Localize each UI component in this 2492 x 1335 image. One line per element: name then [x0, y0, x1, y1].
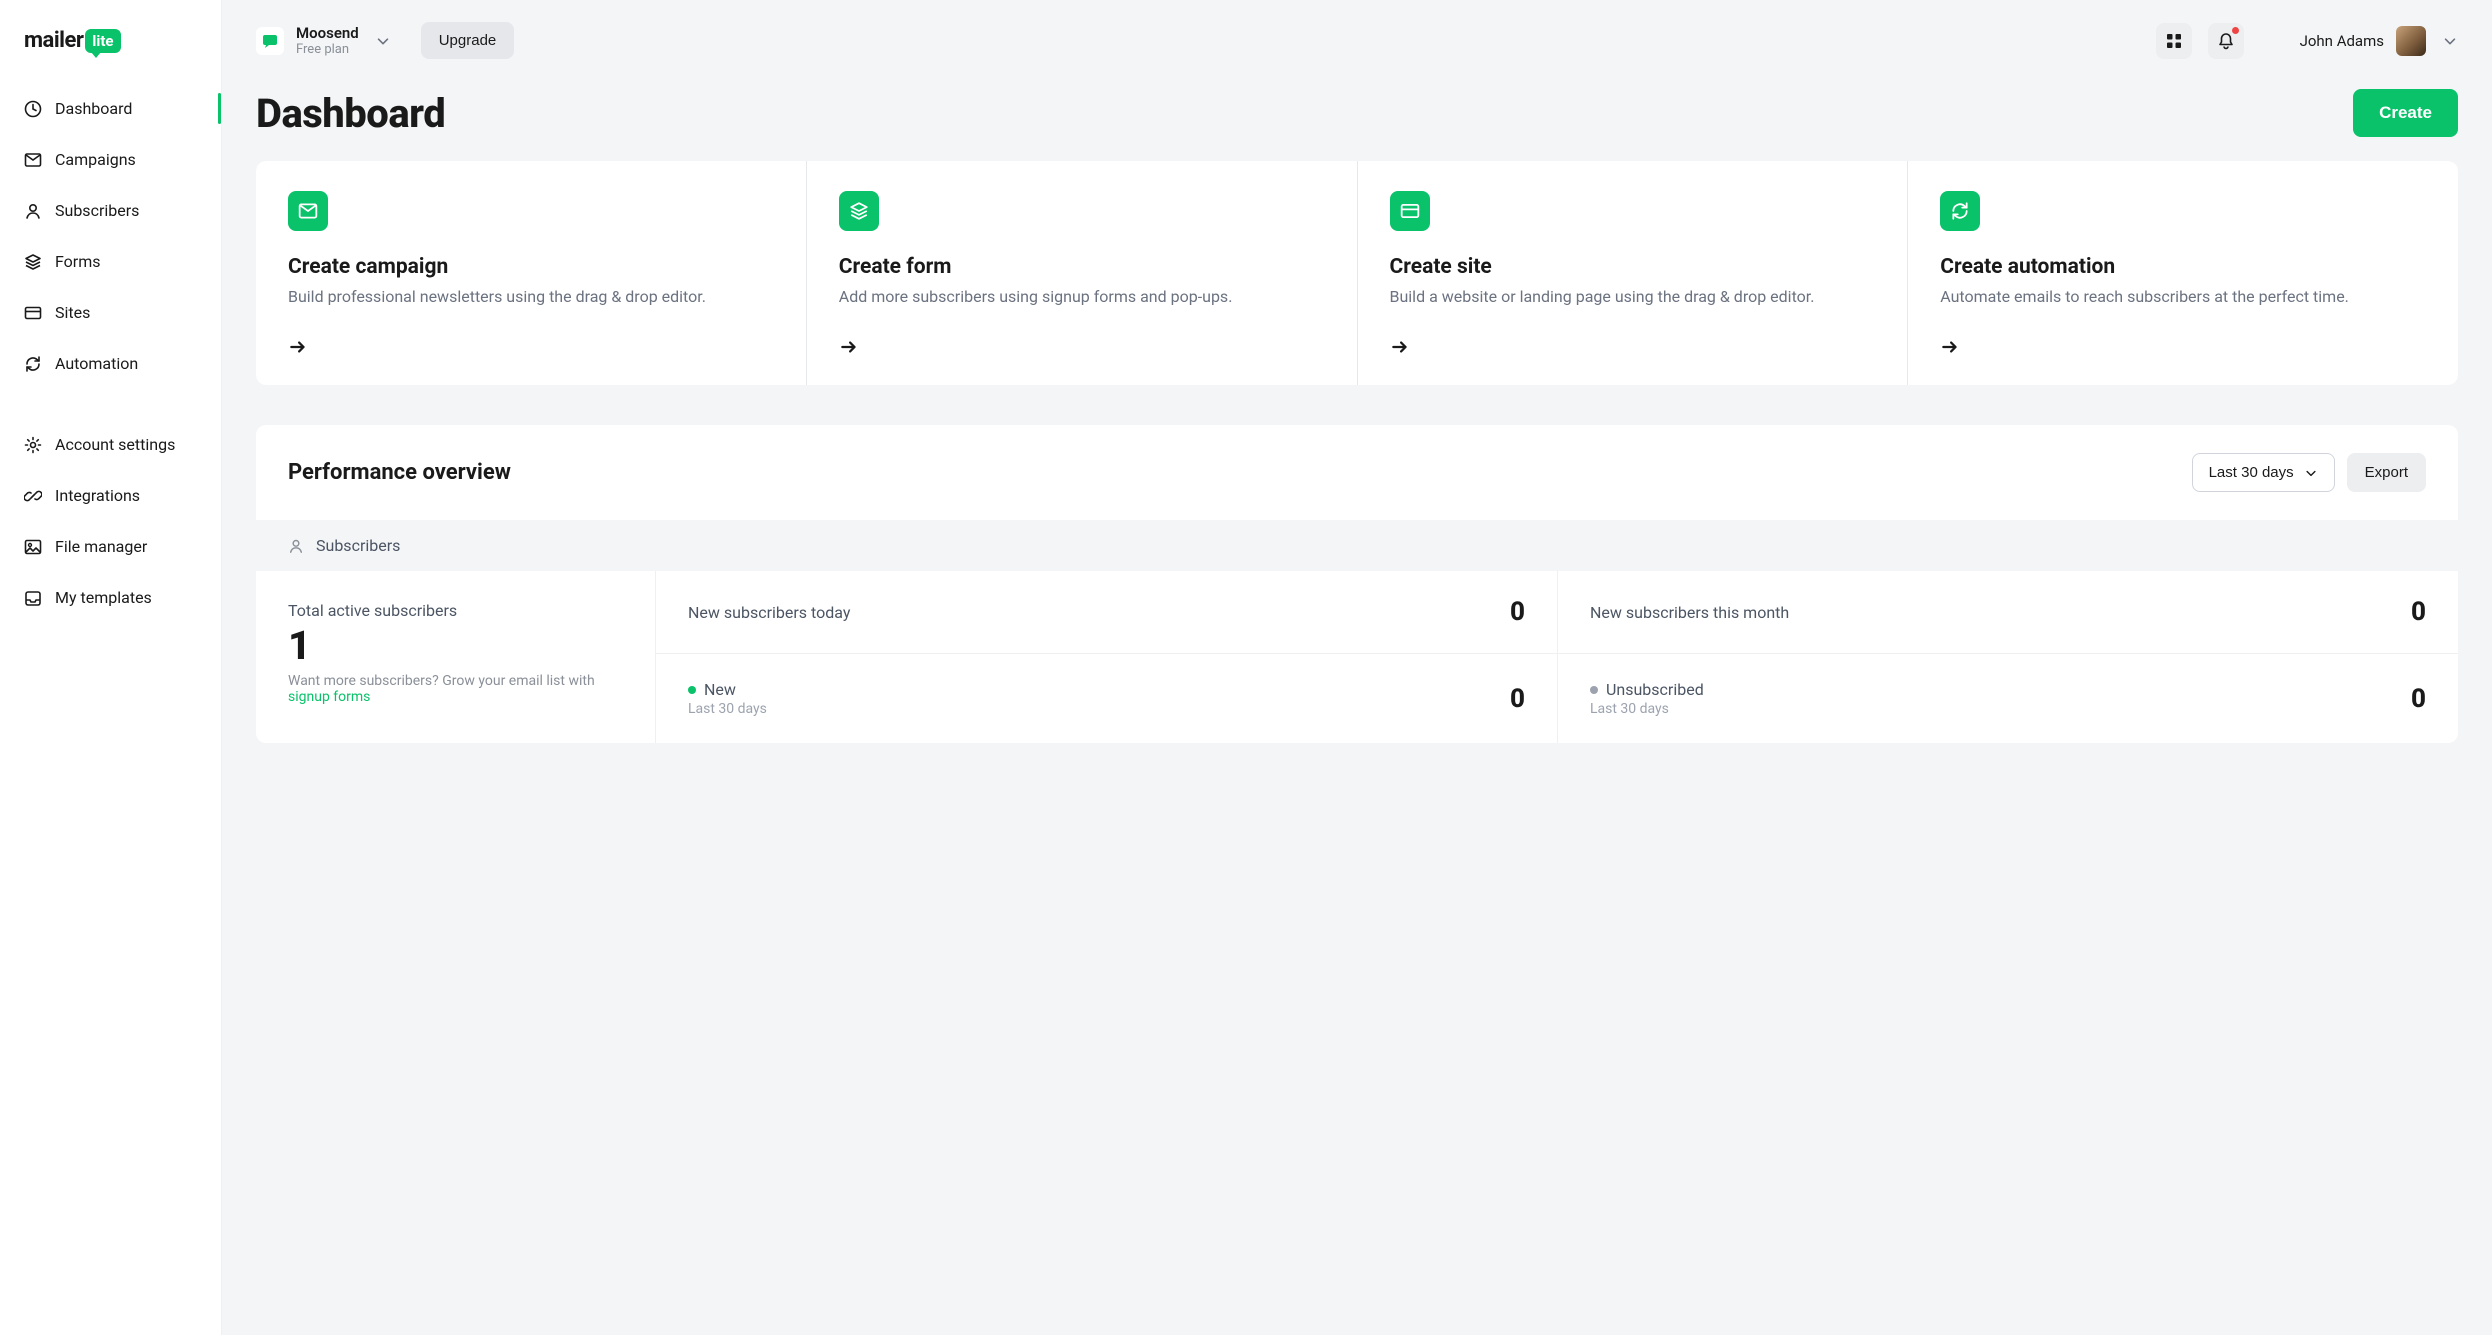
export-button[interactable]: Export	[2347, 453, 2426, 492]
nav-primary: Dashboard Campaigns Subscribers Forms Sites A…	[0, 83, 221, 389]
account-plan: Free plan	[296, 42, 359, 57]
nav-label: Subscribers	[55, 201, 139, 220]
stat-unsubscribed: Unsubscribed Last 30 days 0	[1558, 654, 2458, 743]
total-label: Total active subscribers	[288, 601, 623, 620]
main: Moosend Free plan Upgrade John Adams Das…	[222, 0, 2492, 1335]
dot-icon	[1590, 686, 1598, 694]
stat-new-month: New subscribers this month 0	[1558, 571, 2458, 654]
arrow-icon	[1390, 337, 1876, 357]
logo-suffix: lite	[85, 29, 120, 53]
card-icon	[24, 304, 42, 322]
sidebar-item-sites[interactable]: Sites	[0, 287, 221, 338]
apps-button[interactable]	[2156, 23, 2192, 59]
sidebar: mailer lite Dashboard Campaigns Subscriber…	[0, 0, 222, 1335]
sidebar-item-integrations[interactable]: Integrations	[0, 470, 221, 521]
sidebar-item-forms[interactable]: Forms	[0, 236, 221, 287]
card-desc: Build a website or landing page using th…	[1390, 285, 1876, 309]
nav-label: File manager	[55, 537, 147, 556]
range-select[interactable]: Last 30 days	[2192, 453, 2335, 492]
user-name: John Adams	[2300, 32, 2384, 50]
sidebar-item-campaigns[interactable]: Campaigns	[0, 134, 221, 185]
quick-cards: Create campaign Build professional newsle…	[256, 161, 2458, 385]
nav-label: Integrations	[55, 486, 140, 505]
hint-gray: Grow your email list with	[442, 673, 594, 689]
chevron-down-icon	[2304, 466, 2318, 480]
notification-dot	[2232, 27, 2239, 34]
chevron-down-icon	[2442, 33, 2458, 49]
refresh-icon	[1940, 191, 1980, 231]
card-title: Create form	[839, 255, 1325, 279]
card-title: Create site	[1390, 255, 1876, 279]
sidebar-item-my-templates[interactable]: My templates	[0, 572, 221, 623]
subscribers-label: Subscribers	[316, 536, 400, 555]
page-title: Dashboard	[256, 90, 445, 137]
signup-forms-link[interactable]: signup forms	[288, 689, 370, 705]
card-desc: Add more subscribers using signup forms …	[839, 285, 1325, 309]
nav-label: Automation	[55, 354, 138, 373]
card-desc: Automate emails to reach subscribers at …	[1940, 285, 2426, 309]
refresh-icon	[24, 355, 42, 373]
quick-create-campaign[interactable]: Create campaign Build professional newsle…	[256, 161, 806, 385]
nav-label: Campaigns	[55, 150, 136, 169]
stat-new: New Last 30 days 0	[656, 654, 1557, 743]
range-label: Last 30 days	[2209, 464, 2294, 481]
layers-icon	[839, 191, 879, 231]
logo-prefix: mailer	[24, 28, 83, 53]
notifications-button[interactable]	[2208, 23, 2244, 59]
create-button[interactable]: Create	[2353, 89, 2458, 137]
arrow-icon	[839, 337, 1325, 357]
sidebar-item-account-settings[interactable]: Account settings	[0, 419, 221, 470]
sidebar-item-subscribers[interactable]: Subscribers	[0, 185, 221, 236]
logo[interactable]: mailer lite	[0, 20, 221, 83]
stat-new-today: New subscribers today 0	[656, 571, 1557, 654]
user-icon	[288, 538, 304, 554]
account-switcher[interactable]: Moosend Free plan	[256, 24, 391, 57]
quick-create-site[interactable]: Create site Build a website or landing pa…	[1358, 161, 1908, 385]
arrow-icon	[288, 337, 774, 357]
arrow-icon	[1940, 337, 2426, 357]
card-icon	[1390, 191, 1430, 231]
total-value: 1	[288, 622, 623, 669]
sidebar-item-dashboard[interactable]: Dashboard	[0, 83, 221, 134]
card-title: Create automation	[1940, 255, 2426, 279]
user-menu[interactable]: John Adams	[2300, 26, 2458, 56]
avatar	[2396, 26, 2426, 56]
tray-icon	[24, 589, 42, 607]
hint-prefix: Want more subscribers?	[288, 673, 442, 689]
nav-label: Dashboard	[55, 99, 132, 118]
total-subscribers: Total active subscribers 1 Want more sub…	[256, 571, 656, 743]
card-title: Create campaign	[288, 255, 774, 279]
quick-create-automation[interactable]: Create automation Automate emails to reac…	[1908, 161, 2458, 385]
clock-icon	[24, 100, 42, 118]
account-name: Moosend	[296, 24, 359, 42]
subscribers-bar: Subscribers	[256, 520, 2458, 571]
image-icon	[24, 538, 42, 556]
layers-icon	[24, 253, 42, 271]
gear-icon	[24, 436, 42, 454]
upgrade-button[interactable]: Upgrade	[421, 22, 515, 59]
quick-create-form[interactable]: Create form Add more subscribers using si…	[807, 161, 1357, 385]
sidebar-item-file-manager[interactable]: File manager	[0, 521, 221, 572]
nav-label: Forms	[55, 252, 101, 271]
nav-label: Account settings	[55, 435, 175, 454]
topbar: Moosend Free plan Upgrade John Adams	[256, 22, 2458, 59]
user-icon	[24, 202, 42, 220]
mail-icon	[288, 191, 328, 231]
sidebar-item-automation[interactable]: Automation	[0, 338, 221, 389]
nav-label: Sites	[55, 303, 90, 322]
chevron-down-icon	[375, 33, 391, 49]
card-desc: Build professional newsletters using the…	[288, 285, 774, 309]
performance-panel: Performance overview Last 30 days Export…	[256, 425, 2458, 743]
nav-label: My templates	[55, 588, 152, 607]
dot-icon	[688, 686, 696, 694]
link-icon	[24, 487, 42, 505]
chat-icon	[256, 27, 284, 55]
performance-title: Performance overview	[288, 460, 511, 485]
mail-icon	[24, 151, 42, 169]
nav-secondary: Account settings Integrations File manager…	[0, 419, 221, 623]
